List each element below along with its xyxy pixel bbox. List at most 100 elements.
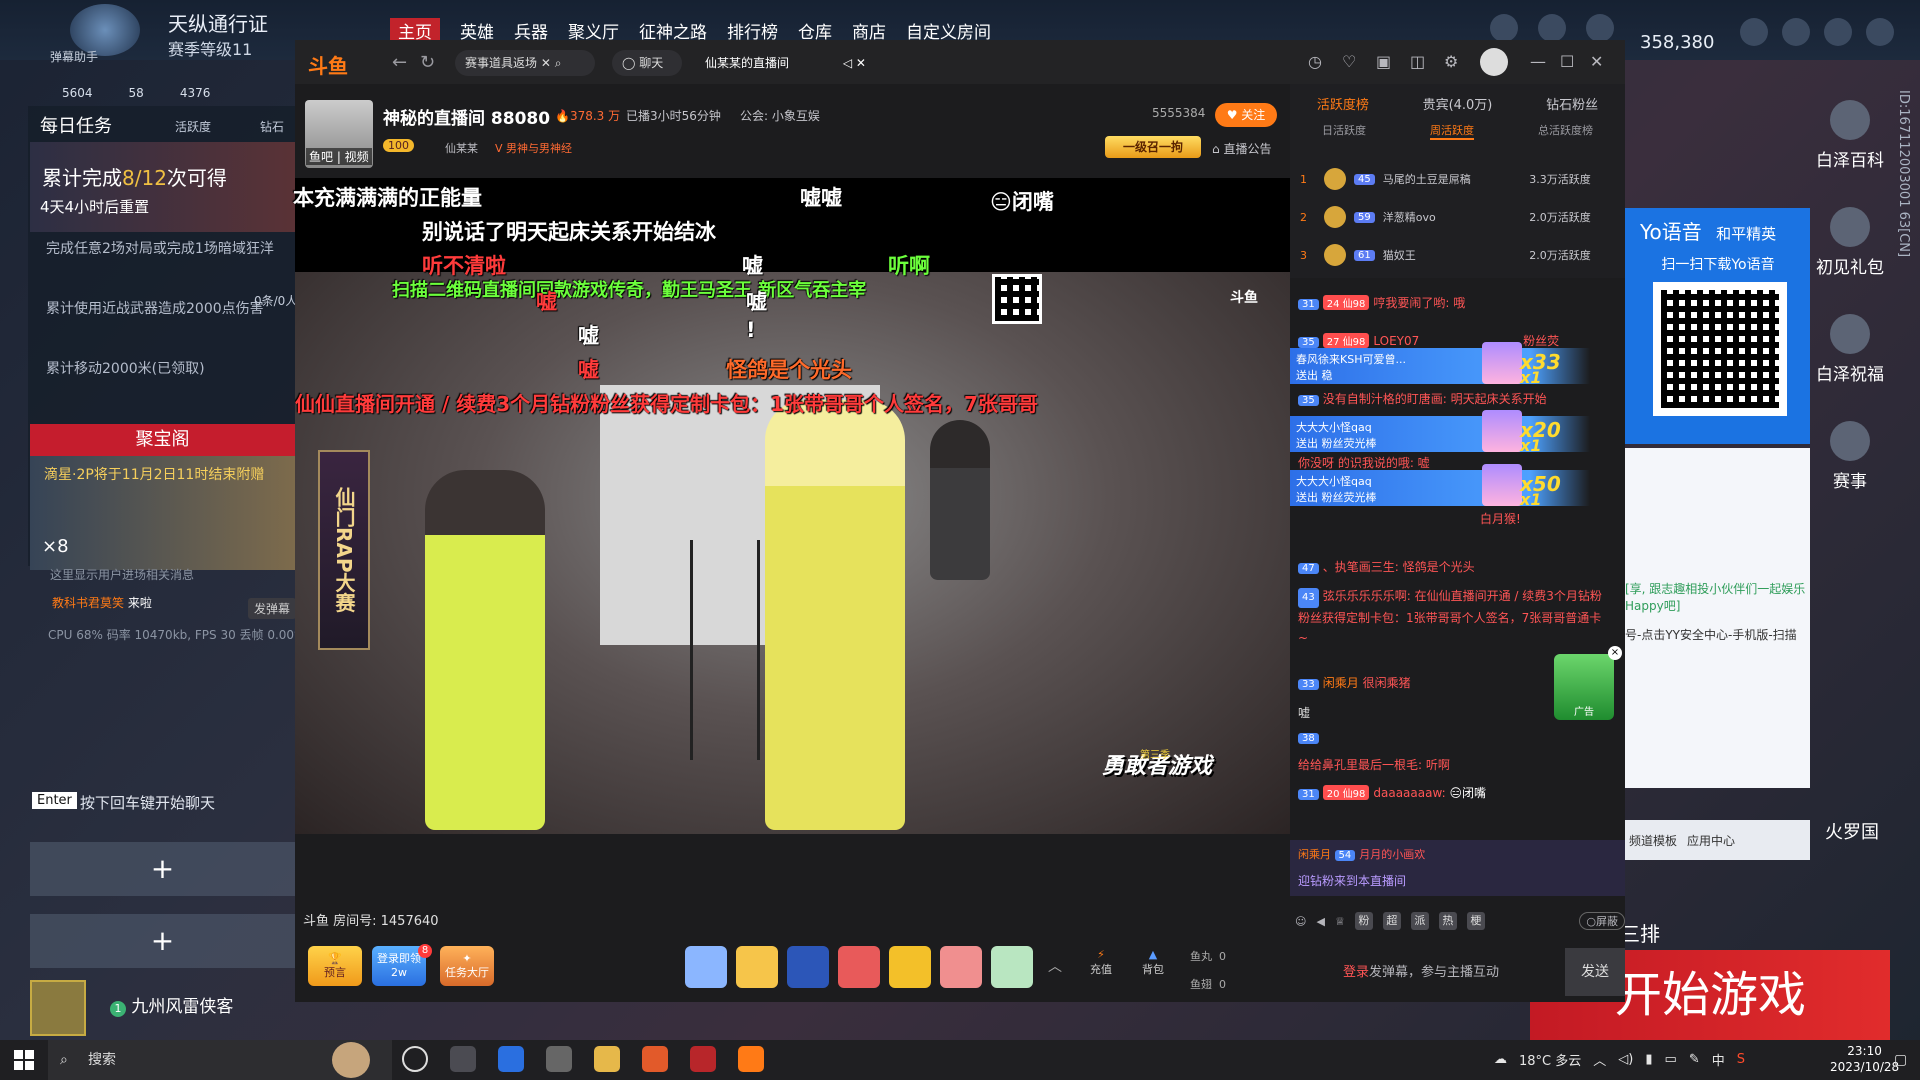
send-button[interactable]: 发送 bbox=[1565, 948, 1625, 996]
app-k-icon[interactable] bbox=[498, 1046, 524, 1072]
tab-vip[interactable]: 贵宾(4.0万) bbox=[1423, 94, 1493, 113]
ad-banner[interactable]: 广告 bbox=[1554, 654, 1614, 720]
chevron-up-icon[interactable]: ︿ bbox=[1048, 956, 1062, 976]
steam-icon[interactable] bbox=[546, 1046, 572, 1072]
cortana-icon[interactable] bbox=[402, 1046, 428, 1072]
message-icon[interactable]: ◫ bbox=[1410, 52, 1425, 71]
app-center-button[interactable]: 应用中心 bbox=[1687, 832, 1735, 849]
search-icon[interactable]: ⌕ bbox=[555, 56, 562, 70]
room-guild[interactable]: 公会: 小象互娱 bbox=[740, 107, 820, 124]
anchor-links[interactable]: 鱼吧 | 视频 bbox=[306, 148, 372, 165]
task-hall-button[interactable]: ✦ 任务大厅 bbox=[440, 946, 494, 986]
announcement-link[interactable]: ⌂ 直播公告 bbox=[1212, 140, 1271, 157]
user-avatar[interactable] bbox=[1480, 48, 1508, 76]
send-danmu-button[interactable]: 发弹幕 bbox=[248, 598, 297, 619]
friends-icon[interactable] bbox=[1824, 18, 1852, 46]
help-icon[interactable] bbox=[1740, 18, 1768, 46]
mute-icon[interactable]: ◁ bbox=[843, 56, 852, 70]
tab-diamond-fans[interactable]: 钻石粉丝 bbox=[1546, 94, 1598, 113]
chat-input[interactable]: 登录发弹幕，参与主播互动 bbox=[1295, 950, 1565, 996]
system-clock[interactable]: 23:10 2023/10/28 bbox=[1830, 1043, 1899, 1075]
dispatch-button[interactable]: 派 bbox=[1410, 912, 1429, 930]
channel-template-button[interactable]: 频道模板 bbox=[1629, 832, 1677, 849]
maximize-icon[interactable]: ☐ bbox=[1560, 52, 1574, 71]
game-client-icon[interactable] bbox=[690, 1046, 716, 1072]
windows-start-icon[interactable] bbox=[14, 1050, 34, 1070]
side-item-blessing[interactable]: 白泽祝福 bbox=[1815, 314, 1885, 385]
daily-task-title[interactable]: 每日任务 bbox=[40, 112, 112, 138]
history-icon[interactable]: ◷ bbox=[1308, 52, 1322, 71]
tab-search[interactable]: 赛事道具返场 ✕ ⌕ bbox=[455, 50, 595, 76]
network-icon[interactable]: ▭ bbox=[1665, 1052, 1677, 1067]
gift-card-icon[interactable] bbox=[940, 946, 982, 988]
side-item-newbie-pack[interactable]: 初见礼包 bbox=[1815, 207, 1885, 278]
rank-row[interactable]: 2 59 洋葱精ovo 2.0万活跃度 bbox=[1300, 206, 1620, 228]
treasure-pavilion-title[interactable]: 聚宝阁 bbox=[30, 424, 295, 456]
task-item[interactable]: 累计移动2000米(已领取) bbox=[46, 358, 296, 378]
emoji-icon[interactable]: ☺ bbox=[1295, 915, 1306, 928]
favorite-heart-icon[interactable]: ♡ bbox=[1342, 52, 1356, 71]
side-item-events[interactable]: 赛事 bbox=[1815, 421, 1885, 492]
room-tag[interactable]: V 男神与男神经 bbox=[495, 140, 572, 156]
follow-button[interactable]: ♥ 关注 bbox=[1215, 103, 1277, 127]
chevron-up-icon[interactable]: ︿ bbox=[1593, 1050, 1606, 1069]
gift-gold-bar-icon[interactable] bbox=[889, 946, 931, 988]
gift-jet-icon[interactable] bbox=[838, 946, 880, 988]
close-window-icon[interactable]: ✕ bbox=[1590, 52, 1603, 71]
summon-badge[interactable]: 一级召一拘 bbox=[1105, 136, 1201, 158]
notification-icon[interactable]: ▢ bbox=[1894, 1052, 1907, 1068]
app-mask-icon[interactable] bbox=[594, 1046, 620, 1072]
add-slot-button[interactable]: + bbox=[30, 914, 295, 968]
mask-icon[interactable] bbox=[1490, 14, 1518, 42]
mail-icon[interactable] bbox=[1782, 18, 1810, 46]
tab-total[interactable]: 总活跃度榜 bbox=[1538, 122, 1593, 140]
settings-icon[interactable]: ⚙ bbox=[1444, 52, 1458, 71]
close-icon[interactable]: ✕ bbox=[856, 56, 866, 70]
login-link[interactable]: 登录 bbox=[1343, 965, 1369, 980]
welcome-user[interactable]: 闲乘月 bbox=[1298, 848, 1331, 861]
add-slot-button[interactable]: + bbox=[30, 842, 295, 896]
task-item[interactable]: 完成任意2场对局或完成1场暗域狂洋 bbox=[46, 238, 296, 258]
refresh-icon[interactable]: ↻ bbox=[420, 52, 435, 73]
speaker-icon[interactable]: ◀ bbox=[1316, 915, 1324, 928]
meme-button[interactable]: 梗 bbox=[1466, 912, 1485, 930]
douyu-logo[interactable]: 斗鱼 bbox=[308, 50, 348, 79]
anchor-name[interactable]: 仙某某 bbox=[445, 140, 478, 156]
shield-toggle[interactable]: ○屏蔽 bbox=[1579, 912, 1625, 930]
rank-row[interactable]: 3 61 猫奴王 2.0万活跃度 bbox=[1300, 244, 1620, 266]
weather-icon[interactable]: ☁ bbox=[1494, 1052, 1507, 1067]
pass-title[interactable]: 天纵通行证 bbox=[168, 8, 268, 37]
mic-icon[interactable]: ▮ bbox=[1645, 1052, 1652, 1067]
fan-danmu-button[interactable]: 粉 bbox=[1354, 912, 1373, 930]
back-arrow-icon[interactable]: ← bbox=[392, 52, 407, 73]
team-mode[interactable]: 三排 bbox=[1620, 918, 1660, 947]
super-danmu-button[interactable]: 超 bbox=[1382, 912, 1401, 930]
settings-gear-icon[interactable] bbox=[1866, 18, 1894, 46]
minimize-icon[interactable]: — bbox=[1530, 52, 1546, 71]
tab-live-room[interactable]: 仙某某的直播间 ◁ ✕ bbox=[695, 50, 880, 76]
tab-weekly[interactable]: 周活跃度 bbox=[1430, 122, 1474, 140]
ime-indicator[interactable]: 中 bbox=[1712, 1050, 1725, 1069]
daily-activity-label[interactable]: 活跃度 bbox=[175, 118, 211, 135]
player-name[interactable]: 1 九州风雷侠客 bbox=[110, 992, 233, 1017]
volume-icon[interactable]: ◁) bbox=[1618, 1052, 1633, 1067]
pen-icon[interactable]: ✎ bbox=[1689, 1052, 1700, 1067]
forecast-button[interactable]: 🏆 预言 bbox=[308, 946, 362, 986]
tab-activity-rank[interactable]: 活跃度榜 bbox=[1317, 94, 1369, 113]
chat-panel[interactable]: 31 24 仙98 哼我要闹了哟: 哦 35 27 仙98 LOEY07 粉丝荧 春风徐… bbox=[1290, 282, 1625, 842]
gift-flower-icon[interactable] bbox=[685, 946, 727, 988]
gift-cart-icon[interactable] bbox=[1538, 14, 1566, 42]
douyu-app-icon[interactable] bbox=[738, 1046, 764, 1072]
task-view-icon[interactable] bbox=[450, 1046, 476, 1072]
app-browser-icon[interactable] bbox=[642, 1046, 668, 1072]
gift-plane-icon[interactable] bbox=[736, 946, 778, 988]
side-item-encyclopedia[interactable]: 白泽百科 bbox=[1815, 100, 1885, 171]
gift-avatar-icon[interactable] bbox=[991, 946, 1033, 988]
recharge-button[interactable]: ⚡ 充值 bbox=[1090, 948, 1112, 977]
player-avatar[interactable] bbox=[30, 980, 86, 1036]
tab-chat[interactable]: ◯ 聊天 bbox=[612, 50, 682, 76]
antivirus-icon[interactable]: S bbox=[1737, 1052, 1745, 1067]
backpack-button[interactable]: ▲ 背包 bbox=[1142, 948, 1164, 977]
calendar-icon[interactable]: ▣ bbox=[1376, 52, 1391, 71]
rank-row[interactable]: 1 45 马尾的土豆是屌稿 3.3万活跃度 bbox=[1300, 168, 1620, 190]
